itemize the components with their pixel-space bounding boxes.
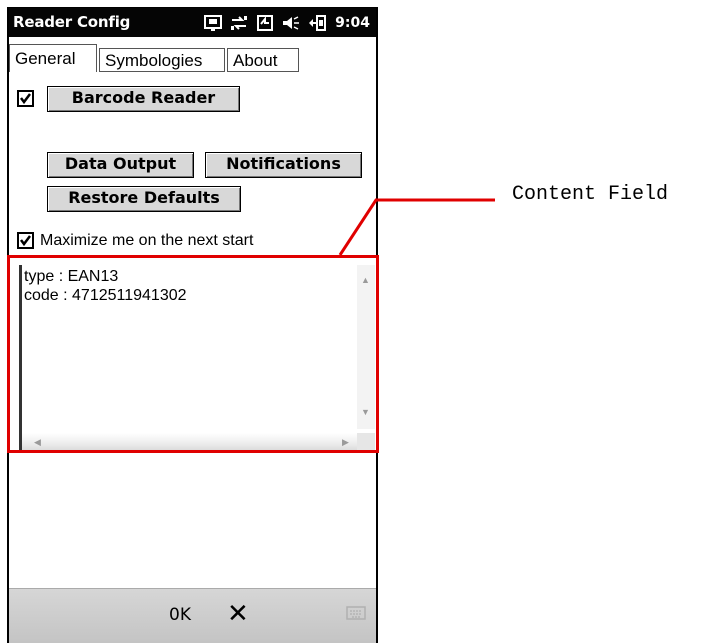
annotation-label: Content Field (512, 183, 669, 206)
annotation-leader-line (338, 198, 495, 256)
